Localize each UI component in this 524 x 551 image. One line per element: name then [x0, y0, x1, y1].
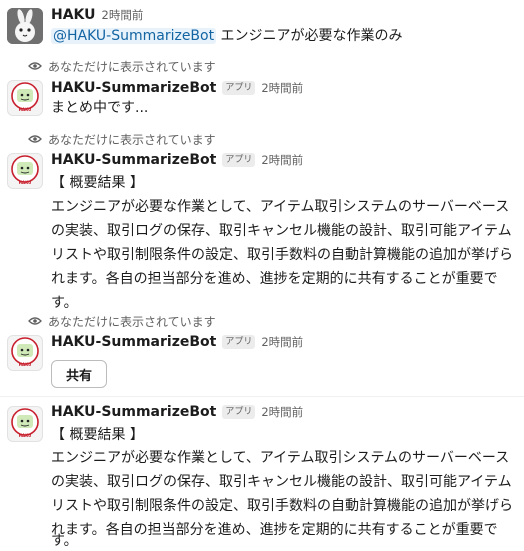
- svg-text:HAKU: HAKU: [19, 180, 32, 185]
- timestamp[interactable]: 2時間前: [261, 404, 303, 420]
- summary-heading: 【 概要結果 】: [51, 427, 144, 443]
- sender-name[interactable]: HAKU: [51, 7, 96, 23]
- message-header: HAKU-SummarizeBot アプリ 2時間前: [51, 150, 303, 170]
- divider: [0, 396, 524, 397]
- message-bot-summary-shared: HAKU HAKU-SummarizeBot アプリ 2時間前 【 概要結果 】…: [0, 400, 524, 551]
- summary-line: の実装、取引ログの保存、取引キャンセル機能の設計、取引可能アイテム: [51, 223, 512, 239]
- message-text: @HAKU-SummarizeBot エンジニアが必要な作業のみ: [51, 24, 403, 48]
- timestamp[interactable]: 2時間前: [102, 7, 144, 23]
- summary-line: れます。各自の担当部分を進め、進捗を定期的に共有することが重要で: [51, 271, 498, 287]
- notice-text: あなただけに表示されています: [48, 132, 216, 147]
- svg-text:HAKU: HAKU: [19, 107, 32, 112]
- user-avatar[interactable]: [7, 8, 43, 44]
- timestamp[interactable]: 2時間前: [261, 334, 303, 350]
- summary-line: リストや取引制限条件の設定、取引手数料の自動計算機能の追加が挙げら: [51, 247, 513, 263]
- summary-heading: 【 概要結果 】: [51, 175, 144, 191]
- message-haku: HAKU 2時間前 @HAKU-SummarizeBot エンジニアが必要な作業…: [0, 0, 524, 50]
- summary-line: エンジニアが必要な作業として、アイテム取引システムのサーバーベース: [51, 199, 510, 215]
- message-text: まとめ中です...: [51, 100, 149, 116]
- robot-icon: HAKU: [11, 408, 39, 438]
- robot-icon: HAKU: [11, 155, 39, 185]
- eye-icon: [28, 62, 42, 70]
- ephemeral-notice: あなただけに表示されています: [28, 58, 216, 74]
- message-header: HAKU-SummarizeBot アプリ 2時間前: [51, 332, 303, 352]
- message-bot-summary-ephemeral: あなただけに表示されています HAKU HAKU-SummarizeBot アプ…: [0, 129, 524, 311]
- svg-text:HAKU: HAKU: [19, 362, 32, 367]
- summary-line: リストや取引制限条件の設定、取引手数料の自動計算機能の追加が挙げら: [51, 498, 513, 514]
- bot-name[interactable]: HAKU-SummarizeBot: [51, 152, 216, 168]
- ephemeral-notice: あなただけに表示されています: [28, 313, 216, 329]
- bot-avatar[interactable]: HAKU: [7, 153, 43, 189]
- summary-line: の実装、取引ログの保存、取引キャンセル機能の設計、取引可能アイテム: [51, 474, 512, 490]
- app-badge: アプリ: [222, 405, 256, 419]
- bot-name[interactable]: HAKU-SummarizeBot: [51, 80, 216, 96]
- mention-link[interactable]: @HAKU-SummarizeBot: [51, 28, 217, 44]
- robot-icon: HAKU: [11, 337, 39, 367]
- notice-text: あなただけに表示されています: [48, 59, 216, 74]
- message-bot-share: あなただけに表示されています HAKU HAKU-SummarizeBot アプ…: [0, 311, 524, 393]
- message-content: エンジニアが必要な作業のみ: [220, 28, 403, 44]
- summary-line: す。: [51, 533, 78, 549]
- timestamp[interactable]: 2時間前: [261, 80, 303, 96]
- bot-name[interactable]: HAKU-SummarizeBot: [51, 334, 216, 350]
- message-bot-progress: あなただけに表示されています HAKU HAKU-SummarizeBot アプ…: [0, 56, 524, 120]
- notice-text: あなただけに表示されています: [48, 314, 216, 329]
- message-header: HAKU 2時間前: [51, 5, 143, 25]
- rabbit-icon: [7, 8, 43, 44]
- summary-line: れます。各自の担当部分を進め、進捗を定期的に共有することが重要で: [51, 522, 498, 538]
- app-badge: アプリ: [222, 153, 256, 167]
- summary-line: エンジニアが必要な作業として、アイテム取引システムのサーバーベース: [51, 450, 510, 466]
- bot-avatar[interactable]: HAKU: [7, 335, 43, 371]
- ephemeral-notice: あなただけに表示されています: [28, 131, 216, 147]
- share-button[interactable]: 共有: [51, 360, 107, 388]
- timestamp[interactable]: 2時間前: [261, 152, 303, 168]
- robot-icon: HAKU: [11, 82, 39, 112]
- message-header: HAKU-SummarizeBot アプリ 2時間前: [51, 402, 303, 422]
- app-badge: アプリ: [222, 81, 256, 95]
- bot-avatar[interactable]: HAKU: [7, 80, 43, 116]
- bot-avatar[interactable]: HAKU: [7, 406, 43, 442]
- bot-name[interactable]: HAKU-SummarizeBot: [51, 404, 216, 420]
- eye-icon: [28, 135, 42, 143]
- app-badge: アプリ: [222, 335, 256, 349]
- svg-text:HAKU: HAKU: [19, 433, 32, 438]
- message-header: HAKU-SummarizeBot アプリ 2時間前: [51, 78, 303, 98]
- eye-icon: [28, 317, 42, 325]
